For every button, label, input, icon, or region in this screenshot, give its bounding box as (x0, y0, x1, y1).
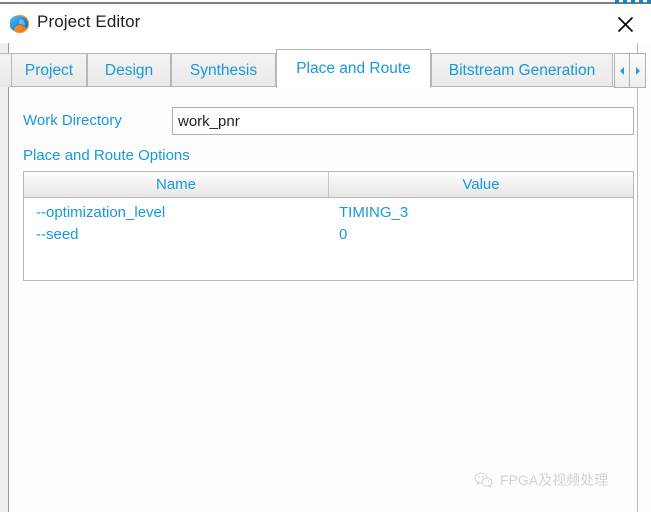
place-and-route-options-table: Name Value --optimization_level TIMING_3… (23, 171, 634, 281)
table-body: --optimization_level TIMING_3 --seed 0 (24, 198, 633, 245)
column-header-name[interactable]: Name (24, 172, 329, 197)
column-header-value[interactable]: Value (329, 172, 633, 197)
window-frame-right-border (637, 43, 638, 512)
window-left-gutter-fill (0, 43, 8, 512)
table-row[interactable]: --seed 0 (24, 223, 633, 245)
tab-bar: Project Design Synthesis Place and Route… (0, 43, 646, 88)
tab-bitstream-generation[interactable]: Bitstream Generation (431, 53, 613, 87)
tab-scroll-buttons (614, 53, 646, 88)
tab-label: Synthesis (189, 61, 258, 79)
title-bar: Project Editor (0, 4, 651, 43)
tab-project[interactable]: Project (11, 53, 87, 87)
work-directory-label: Work Directory (23, 112, 122, 129)
table-header-row: Name Value (24, 172, 633, 198)
option-value[interactable]: 0 (329, 226, 633, 243)
place-and-route-panel: Work Directory Place and Route Options N… (9, 87, 637, 512)
project-editor-window: Project Editor Project Design Synthesis … (0, 0, 651, 512)
option-name: --optimization_level (36, 203, 166, 221)
close-icon[interactable] (607, 8, 643, 40)
place-and-route-options-title: Place and Route Options (23, 147, 190, 164)
option-value[interactable]: TIMING_3 (329, 204, 633, 221)
tab-place-and-route[interactable]: Place and Route (276, 49, 431, 88)
work-directory-input[interactable] (172, 107, 634, 135)
table-row[interactable]: --optimization_level TIMING_3 (24, 201, 633, 223)
tab-label: Bitstream Generation (448, 61, 596, 79)
tab-design[interactable]: Design (87, 53, 171, 87)
gowin-swirl-icon (9, 14, 30, 34)
chevron-left-icon[interactable] (614, 53, 630, 88)
tab-label: Place and Route (296, 60, 411, 77)
window-title: Project Editor (37, 12, 141, 31)
chevron-right-icon[interactable] (630, 53, 646, 88)
option-name: --seed (36, 225, 79, 243)
tab-label: Project (24, 61, 74, 79)
tab-synthesis[interactable]: Synthesis (171, 53, 276, 87)
tab-label: Design (104, 61, 154, 79)
window-right-gutter-fill (638, 43, 651, 512)
